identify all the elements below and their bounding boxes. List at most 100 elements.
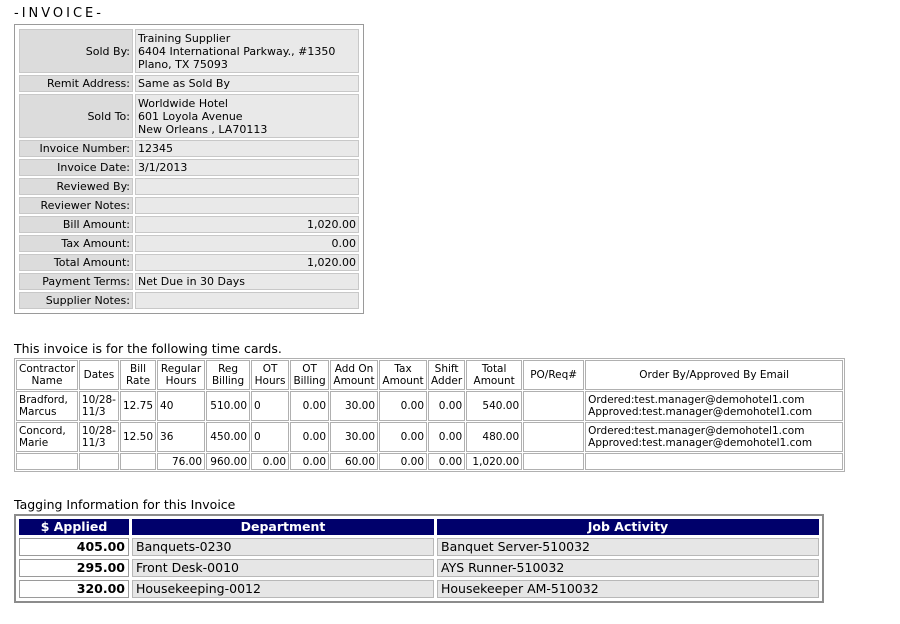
col-addon-amount: Add On Amount [330,360,379,390]
reviewer-notes-value [135,197,359,214]
invoice-number-label: Invoice Number: [19,140,133,157]
department: Housekeeping-0012 [132,580,434,598]
tagging-caption: Tagging Information for this Invoice [14,497,236,512]
total-ot-hours: 0.00 [251,453,290,470]
payment-terms-label: Payment Terms: [19,273,133,290]
remit-value: Same as Sold By [135,75,359,92]
col-reg-billing: Reg Billing [206,360,251,390]
shift-adder: 0.00 [428,422,466,452]
sold-to-line: Worldwide Hotel [138,96,228,110]
total-tax: 0.00 [379,453,428,470]
job-activity: Housekeeper AM-510032 [437,580,819,598]
remit-label: Remit Address: [19,75,133,92]
job-activity: AYS Runner-510032 [437,559,819,577]
col-tax-amount: Tax Amount [379,360,428,390]
contractor-name: Bradford, Marcus [16,391,78,421]
tax-amount-label: Tax Amount: [19,235,133,252]
totals-blank [78,453,119,470]
col-applied: $ Applied [19,519,129,535]
total-regular-hours: 76.00 [157,453,206,470]
ot-billing: 0.00 [290,422,330,452]
reg-billing: 510.00 [206,391,251,421]
reviewer-notes-label: Reviewer Notes: [19,197,133,214]
timecards-table: Contractor Name Dates Bill Rate Regular … [14,358,846,472]
timecard-row: Concord, Marie 10/28- 11/3 12.50 36 450.… [16,422,844,452]
sold-to-line: New Orleans , LA70113 [138,122,268,136]
tagging-panel: $ Applied Department Job Activity 405.00… [14,514,824,603]
totals-blank [523,453,585,470]
ot-billing: 0.00 [290,391,330,421]
sold-to-line: 601 Loyola Avenue [138,109,243,123]
total-amount: 480.00 [466,422,523,452]
invoice-number-value: 12345 [135,140,359,157]
department: Banquets-0230 [132,538,434,556]
regular-hours: 36 [157,422,206,452]
tax-amount: 0.00 [379,391,428,421]
ot-hours: 0 [251,422,290,452]
sold-by-line: Training Supplier [138,31,231,45]
reviewed-by-label: Reviewed By: [19,178,133,195]
invoice-details: Sold By: Training Supplier 6404 Internat… [14,24,364,314]
col-contractor-name: Contractor Name [16,360,78,390]
applied-amount: 320.00 [19,580,129,598]
grand-total: 1,020.00 [466,453,523,470]
total-amount-label: Total Amount: [19,254,133,271]
invoice-date-value: 3/1/2013 [135,159,359,176]
col-dates: Dates [78,360,119,390]
sold-by-line: Plano, TX 75093 [138,57,228,71]
col-ot-hours: OT Hours [251,360,290,390]
col-regular-hours: Regular Hours [157,360,206,390]
contractor-name: Concord, Marie [16,422,78,452]
timecard-row: Bradford, Marcus 10/28- 11/3 12.75 40 51… [16,391,844,421]
sold-to-value: Worldwide Hotel 601 Loyola Avenue New Or… [135,94,359,138]
col-shift-adder: Shift Adder [428,360,466,390]
total-addon: 60.00 [330,453,379,470]
col-total-amount: Total Amount [466,360,523,390]
order-email: Ordered:test.manager@demohotel1.com Appr… [585,422,844,452]
timecards-caption: This invoice is for the following time c… [14,341,282,356]
total-ot-billing: 0.00 [290,453,330,470]
addon-amount: 30.00 [330,391,379,421]
sold-by-label: Sold By: [19,29,133,73]
job-activity: Banquet Server-510032 [437,538,819,556]
totals-blank [16,453,78,470]
col-po-req: PO/Req# [523,360,585,390]
col-email: Order By/Approved By Email [585,360,844,390]
totals-blank [585,453,844,470]
dates: 10/28- 11/3 [78,391,119,421]
sold-by-line: 6404 International Parkway., #1350 [138,44,336,58]
bill-amount-value: 1,020.00 [135,216,359,233]
reg-billing: 450.00 [206,422,251,452]
bill-rate: 12.75 [119,391,157,421]
addon-amount: 30.00 [330,422,379,452]
timecard-totals-row: 76.00 960.00 0.00 0.00 60.00 0.00 0.00 1… [16,453,844,470]
tagging-row: 295.00 Front Desk-0010 AYS Runner-510032 [19,559,819,577]
tagging-table: $ Applied Department Job Activity 405.00… [16,516,822,601]
sold-by-value: Training Supplier 6404 International Par… [135,29,359,73]
totals-blank [119,453,157,470]
total-amount: 540.00 [466,391,523,421]
col-bill-rate: Bill Rate [119,360,157,390]
department: Front Desk-0010 [132,559,434,577]
po-req [523,391,585,421]
supplier-notes-label: Supplier Notes: [19,292,133,309]
total-shift: 0.00 [428,453,466,470]
tagging-row: 320.00 Housekeeping-0012 Housekeeper AM-… [19,580,819,598]
tax-amount: 0.00 [379,422,428,452]
applied-amount: 405.00 [19,538,129,556]
col-department: Department [132,519,434,535]
reviewed-by-value [135,178,359,195]
col-ot-billing: OT Billing [290,360,330,390]
tagging-row: 405.00 Banquets-0230 Banquet Server-5100… [19,538,819,556]
total-reg-billing: 960.00 [206,453,251,470]
applied-amount: 295.00 [19,559,129,577]
ot-hours: 0 [251,391,290,421]
invoice-date-label: Invoice Date: [19,159,133,176]
regular-hours: 40 [157,391,206,421]
bill-rate: 12.50 [119,422,157,452]
dates: 10/28- 11/3 [78,422,119,452]
col-job-activity: Job Activity [437,519,819,535]
order-email: Ordered:test.manager@demohotel1.com Appr… [585,391,844,421]
shift-adder: 0.00 [428,391,466,421]
sold-to-label: Sold To: [19,94,133,138]
